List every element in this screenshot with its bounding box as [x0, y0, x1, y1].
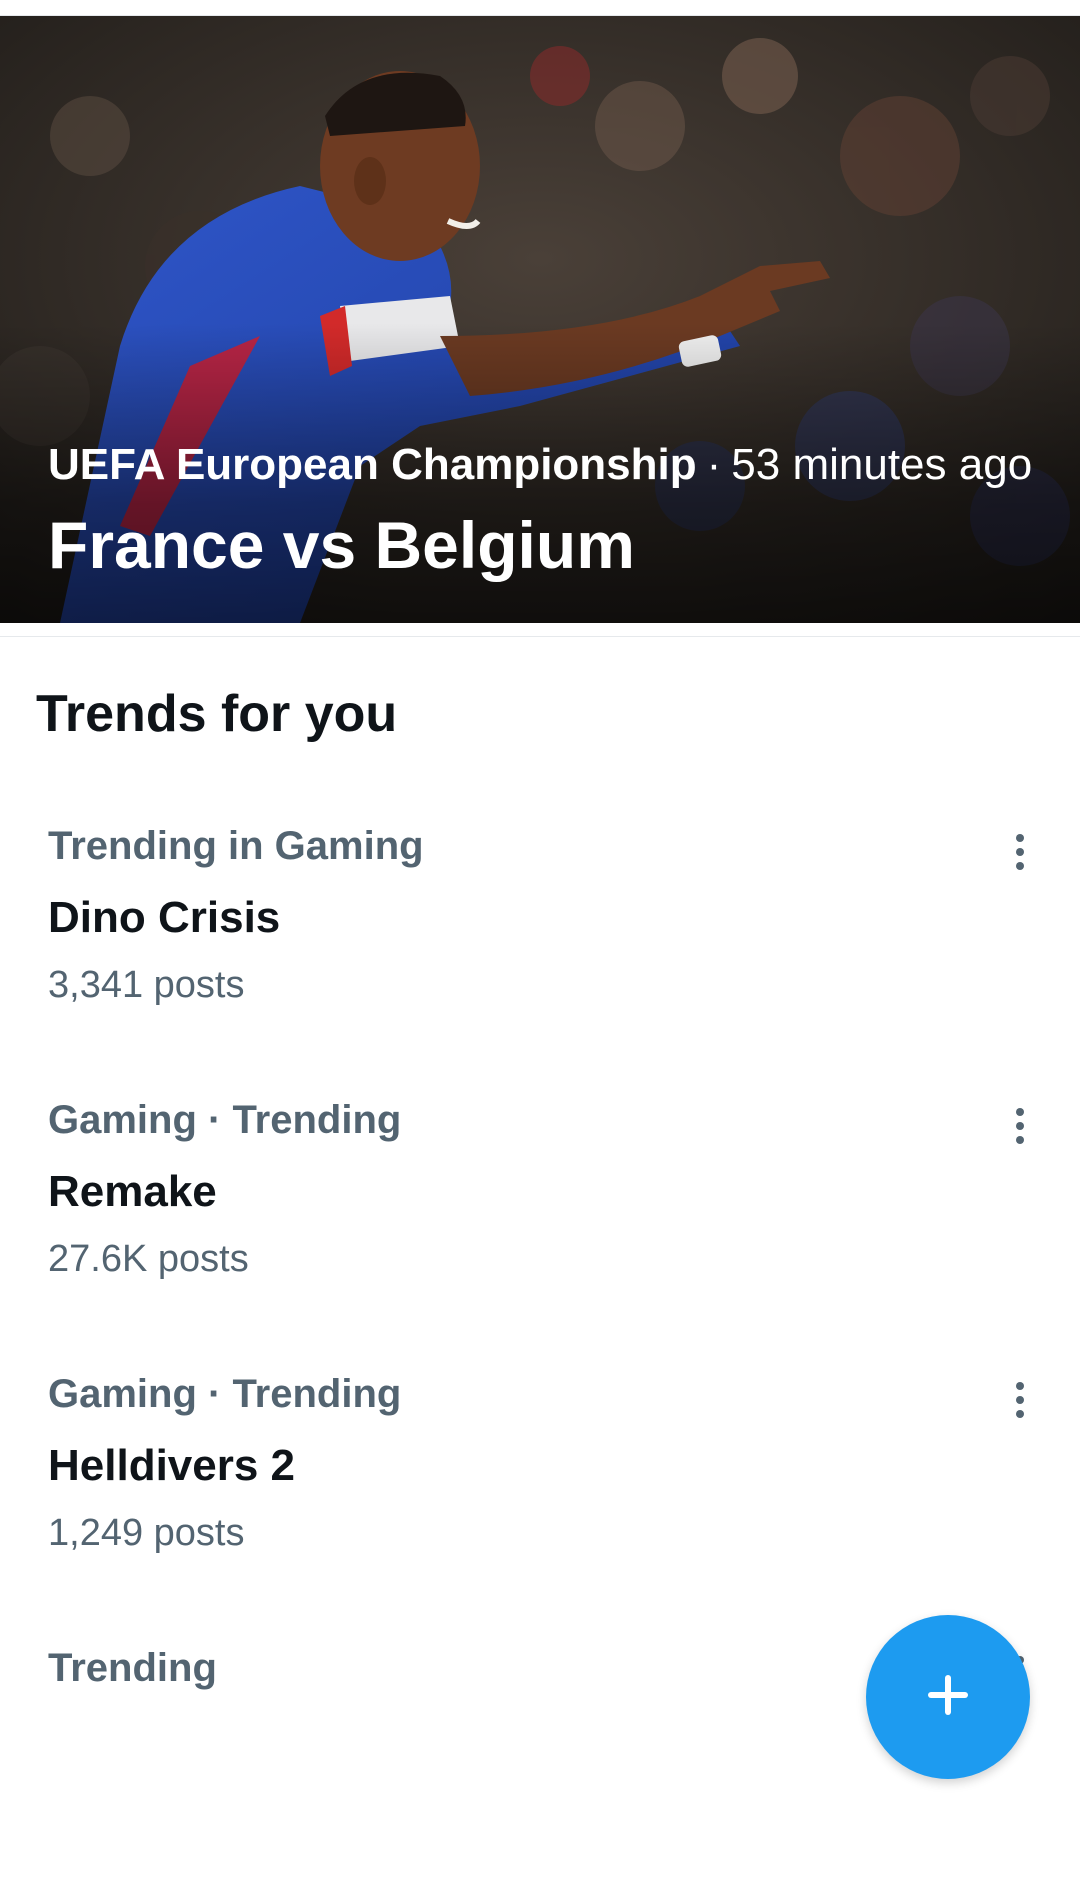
trend-context: Gaming · Trending: [48, 1098, 402, 1142]
hero-timestamp: 53 minutes ago: [731, 440, 1033, 489]
trend-item[interactable]: Gaming · Trending Remake 27.6K posts: [0, 1096, 1080, 1346]
trend-post-count: 3,341 posts: [48, 964, 245, 1006]
compose-post-button[interactable]: [866, 1615, 1030, 1779]
more-options-button[interactable]: [996, 1102, 1044, 1150]
trend-post-count: 1,249 posts: [48, 1512, 245, 1554]
trend-item[interactable]: Trending in Gaming Dino Crisis 3,341 pos…: [0, 822, 1080, 1072]
trend-post-count: 27.6K posts: [48, 1238, 249, 1280]
trend-context: Trending: [48, 1646, 217, 1690]
trend-name: Remake: [48, 1167, 217, 1216]
more-vertical-icon: [1016, 834, 1024, 870]
trend-name: Helldivers 2: [48, 1441, 296, 1490]
more-vertical-icon: [1016, 1382, 1024, 1418]
more-options-button[interactable]: [996, 1376, 1044, 1424]
hero-separator: ·: [706, 440, 722, 489]
trend-name: Dino Crisis: [48, 893, 281, 942]
trend-context: Gaming · Trending: [48, 1372, 402, 1416]
section-divider: [0, 636, 1080, 637]
trend-context: Trending in Gaming: [48, 824, 424, 868]
hero-category: UEFA European Championship: [48, 440, 697, 489]
trend-item[interactable]: Gaming · Trending Helldivers 2 1,249 pos…: [0, 1370, 1080, 1620]
hero-title: France vs Belgium: [48, 508, 635, 582]
plus-icon: [928, 1675, 968, 1715]
top-edge: [0, 0, 1080, 16]
section-title: Trends for you: [36, 685, 398, 743]
event-hero-card[interactable]: UEFA European Championship · 53 minutes …: [0, 16, 1080, 623]
more-options-button[interactable]: [996, 828, 1044, 876]
hero-caption: UEFA European Championship · 53 minutes …: [48, 439, 1040, 581]
more-vertical-icon: [1016, 1108, 1024, 1144]
hero-meta: UEFA European Championship · 53 minutes …: [48, 439, 1040, 491]
